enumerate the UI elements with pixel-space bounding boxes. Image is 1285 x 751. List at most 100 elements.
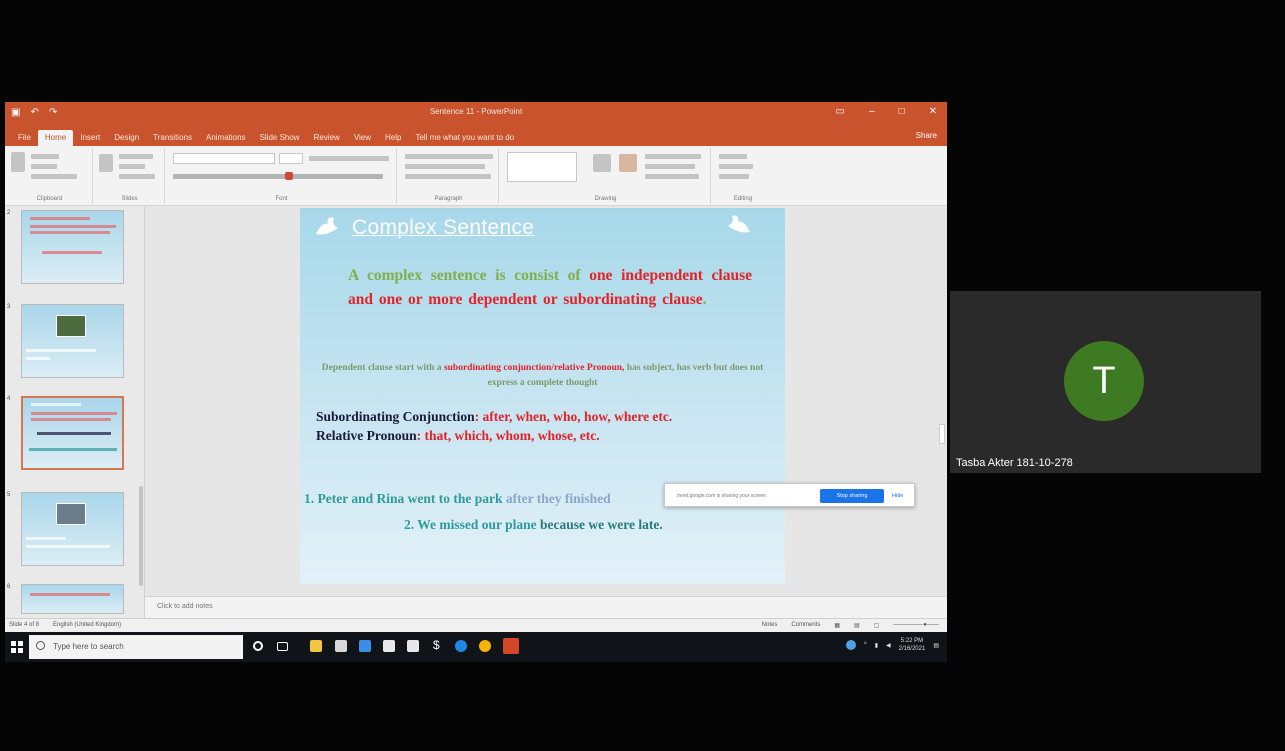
font-size-box[interactable] xyxy=(279,153,303,164)
store-icon[interactable] xyxy=(335,640,347,652)
conjunction-list: Subordinating Conjunction: after, when, … xyxy=(316,409,673,443)
tab-home[interactable]: Home xyxy=(37,130,74,146)
font-name-box[interactable] xyxy=(173,153,275,164)
minimize-icon[interactable]: – xyxy=(869,106,875,117)
shapes-gallery[interactable] xyxy=(507,152,577,182)
tab-design[interactable]: Design xyxy=(107,130,146,146)
tell-me-search[interactable]: Tell me what you want to do xyxy=(408,130,521,146)
slide-thumbnail[interactable] xyxy=(21,304,124,378)
app-icon[interactable] xyxy=(407,640,419,652)
new-slide-icon[interactable] xyxy=(99,154,113,172)
volume-icon[interactable]: ◀ xyxy=(886,642,891,649)
font-color-icon[interactable] xyxy=(285,172,293,180)
group-label-drawing: Drawing xyxy=(594,196,617,202)
notifications-icon[interactable]: ▤ xyxy=(933,642,939,649)
reading-view-icon[interactable]: ▢ xyxy=(874,622,880,629)
network-icon[interactable]: ▮ xyxy=(875,642,878,649)
slide-thumbnail-selected[interactable] xyxy=(21,396,124,470)
participant-tile[interactable]: T Tasba Akter 181-10-278 xyxy=(950,291,1261,473)
search-icon xyxy=(36,641,45,650)
tab-file[interactable]: File xyxy=(11,130,38,146)
ribbon-tabs: File Home Insert Design Transitions Anim… xyxy=(5,124,947,146)
close-icon[interactable]: ✕ xyxy=(929,106,937,117)
maximize-icon[interactable]: □ xyxy=(899,106,905,117)
tray-chevron-icon[interactable]: ^ xyxy=(864,642,867,648)
app-icon[interactable]: $ xyxy=(433,638,445,652)
app-icon[interactable] xyxy=(383,640,395,652)
system-tray: ^ ▮ ◀ 5:22 PM 2/16/2021 ▤ xyxy=(845,637,939,653)
taskbar-clock[interactable]: 5:22 PM 2/16/2021 xyxy=(899,637,926,653)
mail-icon[interactable] xyxy=(359,640,371,652)
ribbon-display-icon[interactable]: ▭ xyxy=(836,106,845,117)
slide-thumbnails-pane: 2 3 4 5 6 xyxy=(5,206,145,618)
group-label-clipboard: Clipboard xyxy=(36,196,63,202)
group-label-slides: Slides xyxy=(121,196,138,202)
thumbnails-scrollbar[interactable] xyxy=(139,486,143,586)
window-title: Sentence 11 - PowerPoint xyxy=(429,107,523,116)
windows-taskbar: Type here to search $ ^ ▮ ◀ 5:22 PM 2/16… xyxy=(5,632,947,662)
arrange-icon[interactable] xyxy=(593,154,611,172)
ribbon-group-slides: Slides xyxy=(95,148,165,204)
notes-pane[interactable]: Click to add notes xyxy=(145,596,947,618)
tab-review[interactable]: Review xyxy=(307,130,347,146)
tab-help[interactable]: Help xyxy=(378,130,408,146)
ribbon-group-editing: Editing xyxy=(713,148,773,204)
example-2: 2. We missed our plane because we were l… xyxy=(404,517,663,532)
group-label-font: Font xyxy=(275,196,288,202)
language-indicator[interactable]: English (United Kingdom) xyxy=(53,622,121,628)
chrome-icon[interactable] xyxy=(479,640,491,652)
tray-app-icon[interactable] xyxy=(845,640,856,650)
edge-icon[interactable] xyxy=(455,640,467,652)
file-explorer-icon[interactable] xyxy=(310,640,322,652)
powerpoint-app-icon[interactable] xyxy=(503,638,519,654)
current-slide[interactable]: Complex Sentence A complex sentence is c… xyxy=(300,208,785,584)
hide-button[interactable]: Hide xyxy=(892,493,903,499)
windows-start-icon[interactable] xyxy=(11,641,23,653)
participant-name: Tasba Akter 181-10-278 xyxy=(956,457,1073,469)
ribbon-group-font: Font xyxy=(167,148,397,204)
powerpoint-titlebar: ▣ ↶ ↷ Sentence 11 - PowerPoint ▭ – □ ✕ xyxy=(5,102,947,124)
example-1: 1. Peter and Rina went to the park after… xyxy=(304,491,611,506)
slide-thumbnail[interactable] xyxy=(21,492,124,566)
group-label-editing: Editing xyxy=(733,196,753,202)
tab-transitions[interactable]: Transitions xyxy=(146,130,199,146)
canvas-scrollbar[interactable] xyxy=(939,214,945,584)
slide-thumbnail[interactable] xyxy=(21,584,124,614)
slide-counter: Slide 4 of 8 xyxy=(9,622,40,628)
stop-sharing-button[interactable]: Stop sharing xyxy=(820,489,884,503)
comments-toggle[interactable]: Comments xyxy=(791,622,820,629)
slide-sorter-icon[interactable]: ▤ xyxy=(854,622,860,629)
tab-animations[interactable]: Animations xyxy=(199,130,253,146)
meeting-stage: ▣ ↶ ↷ Sentence 11 - PowerPoint ▭ – □ ✕ F… xyxy=(0,0,1285,751)
share-button[interactable]: Share xyxy=(916,131,937,140)
paste-icon[interactable] xyxy=(11,152,25,172)
ribbon: Clipboard Slides Font Paragraph Drawing … xyxy=(5,146,947,206)
ribbon-group-drawing: Drawing xyxy=(501,148,711,204)
tab-slide-show[interactable]: Slide Show xyxy=(253,130,307,146)
dove-icon xyxy=(728,215,750,233)
slide-title: Complex Sentence xyxy=(352,216,535,239)
group-label-paragraph: Paragraph xyxy=(434,196,463,202)
ribbon-group-clipboard: Clipboard xyxy=(7,148,93,204)
sharing-message: meet.google.com is sharing your screen. xyxy=(677,493,768,499)
dove-icon xyxy=(316,217,338,235)
window-controls: ▭ – □ ✕ xyxy=(836,106,937,117)
avatar: T xyxy=(1064,341,1144,421)
task-view-icon[interactable] xyxy=(277,642,288,651)
slide-thumbnail[interactable] xyxy=(21,210,124,284)
notes-toggle[interactable]: Notes xyxy=(762,622,778,629)
tab-view[interactable]: View xyxy=(347,130,378,146)
screen-sharing-banner: meet.google.com is sharing your screen. … xyxy=(664,483,915,507)
slide-editing-area: Complex Sentence A complex sentence is c… xyxy=(145,206,947,596)
zoom-slider[interactable]: —————●—— xyxy=(893,622,939,629)
definition-text: A complex sentence is consist of one ind… xyxy=(348,267,752,308)
dependent-clause-text: Dependent clause start with a subordinat… xyxy=(321,363,764,388)
taskbar-search-box[interactable]: Type here to search xyxy=(29,635,243,659)
tab-insert[interactable]: Insert xyxy=(73,130,107,146)
normal-view-icon[interactable]: ▦ xyxy=(834,622,840,629)
ribbon-group-paragraph: Paragraph xyxy=(399,148,499,204)
shared-screen: ▣ ↶ ↷ Sentence 11 - PowerPoint ▭ – □ ✕ F… xyxy=(5,102,947,662)
quick-styles-icon[interactable] xyxy=(619,154,637,172)
cortana-icon[interactable] xyxy=(253,641,263,651)
status-bar: Slide 4 of 8 English (United Kingdom) No… xyxy=(5,618,947,632)
